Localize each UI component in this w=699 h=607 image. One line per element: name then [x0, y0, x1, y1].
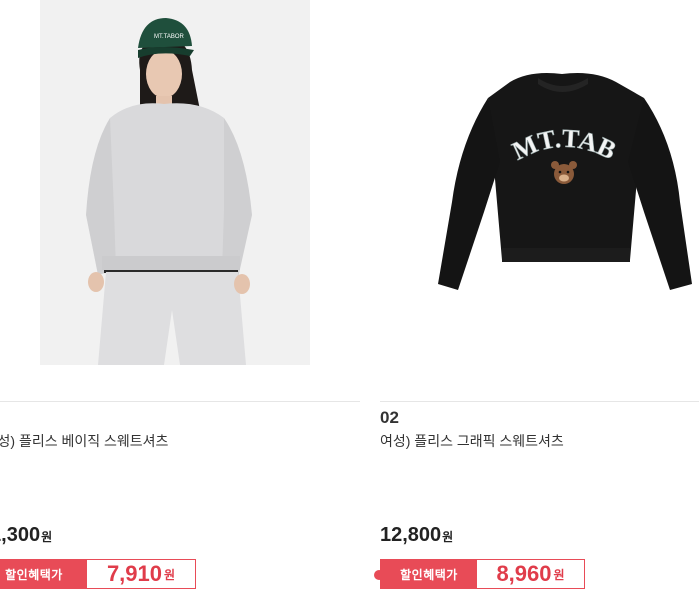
- product-card-1[interactable]: MT.TABOR 01 (여성) 플리스 베이직 스웨트셔츠 11,300원 할…: [0, 0, 360, 607]
- discount-price: 8,960 원: [477, 560, 584, 588]
- price-currency: 원: [41, 530, 53, 544]
- svg-text:MT.TABOR: MT.TABOR: [154, 34, 185, 40]
- product-price: 11,300원: [0, 524, 52, 547]
- price-value: 12,800: [380, 524, 442, 546]
- discount-badge: 할인혜택가: [0, 560, 87, 588]
- discount-box: 할인혜택가 8,960 원: [380, 559, 585, 589]
- product-rank: 02: [380, 408, 399, 427]
- gray-sweatshirt-model-photo: MT.TABOR: [40, 0, 310, 365]
- product-name[interactable]: 여성) 플리스 그래픽 스웨트셔츠: [380, 431, 564, 451]
- discount-price-value: 7,910: [106, 561, 162, 586]
- discount-box: 할인혜택가 7,910 원: [0, 559, 196, 589]
- price-currency: 원: [442, 530, 454, 544]
- product-image[interactable]: MT.TABOR: [40, 0, 310, 365]
- product-name[interactable]: (여성) 플리스 베이직 스웨트셔츠: [0, 431, 168, 451]
- discount-currency: 원: [164, 567, 176, 582]
- discount-currency: 원: [553, 567, 565, 582]
- price-value: 11,300: [0, 524, 41, 546]
- discount-price-value: 8,960: [496, 561, 552, 586]
- black-graphic-sweatshirt-photo: MT.TABOR: [430, 52, 692, 290]
- discount-badge: 할인혜택가: [381, 560, 477, 588]
- divider: [380, 401, 699, 402]
- product-price: 12,800원: [380, 524, 453, 547]
- divider: [0, 401, 360, 402]
- product-card-2[interactable]: MT.TABOR 02 여성) 플리스 그래픽 스웨트셔츠 12,800원 할인…: [374, 0, 699, 607]
- product-image[interactable]: MT.TABOR: [430, 52, 695, 302]
- discount-price: 7,910 원: [87, 560, 195, 588]
